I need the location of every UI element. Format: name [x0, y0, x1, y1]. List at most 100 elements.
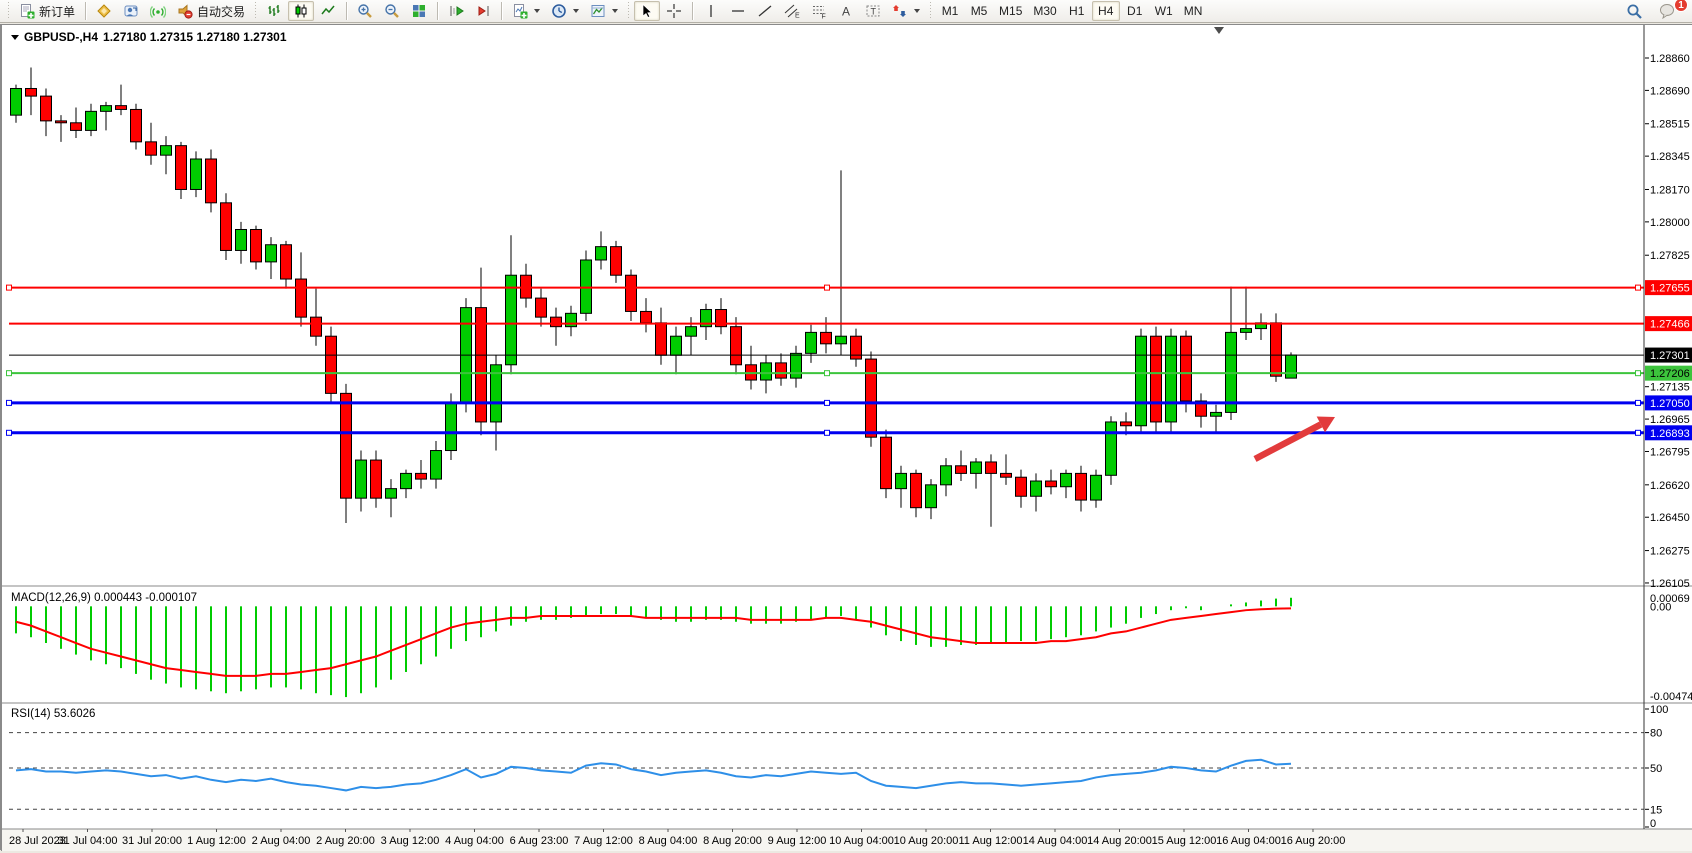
- metaeditor-button[interactable]: [91, 1, 117, 21]
- line-handle[interactable]: [825, 285, 830, 290]
- macd-values: 0.000443 -0.000107: [94, 592, 197, 604]
- new-order-button[interactable]: 新订单: [14, 1, 80, 21]
- svg-text:A: A: [842, 5, 850, 19]
- autotrading-button[interactable]: 自动交易: [172, 1, 250, 21]
- line-handle[interactable]: [1636, 400, 1641, 405]
- candlestick: [1016, 477, 1027, 496]
- cursor-button[interactable]: [634, 1, 660, 21]
- candlestick: [1151, 336, 1162, 422]
- macd-name: MACD(12,26,9): [11, 592, 91, 604]
- timeframe-m15-button[interactable]: M15: [994, 1, 1027, 21]
- bar-chart-button[interactable]: [261, 1, 287, 21]
- symbol-dropdown-icon[interactable]: [11, 35, 19, 40]
- macd-axis-zero: 0.00: [1650, 601, 1671, 613]
- candlestick: [986, 462, 997, 473]
- fibonacci-button[interactable]: F: [806, 1, 832, 21]
- candlestick: [431, 451, 442, 480]
- periods-button[interactable]: [546, 1, 584, 21]
- crosshair-button[interactable]: [661, 1, 687, 21]
- strategy-tester-icon: [123, 3, 139, 19]
- zoom-in-button[interactable]: [352, 1, 378, 21]
- candlestick: [206, 159, 217, 203]
- text-button[interactable]: A: [833, 1, 859, 21]
- arrows-icon: [892, 3, 908, 19]
- candlestick: [116, 106, 127, 110]
- tile-windows-button[interactable]: [406, 1, 432, 21]
- price-tick-label: 1.28690: [1650, 85, 1690, 97]
- line-handle[interactable]: [7, 400, 12, 405]
- text-icon: A: [838, 3, 854, 19]
- date-label: 16 Aug 20:00: [1281, 835, 1346, 847]
- date-label: 8 Aug 20:00: [703, 835, 762, 847]
- timeframe-m1-button[interactable]: M1: [936, 1, 964, 21]
- new-order-icon: [19, 3, 35, 19]
- line-handle[interactable]: [825, 371, 830, 376]
- arrows-button[interactable]: [887, 1, 925, 21]
- notification-badge: 1: [1674, 0, 1688, 12]
- equidistant-channel-button[interactable]: E: [779, 1, 805, 21]
- candlestick: [821, 332, 832, 343]
- text-label-icon: T: [865, 3, 881, 19]
- line-handle[interactable]: [1636, 371, 1641, 376]
- trendline-button[interactable]: [752, 1, 778, 21]
- candlestick: [1136, 336, 1147, 426]
- line-handle[interactable]: [1636, 430, 1641, 435]
- candlestick: [941, 466, 952, 485]
- line-handle[interactable]: [825, 430, 830, 435]
- signals-button[interactable]: [145, 1, 171, 21]
- date-label: 1 Aug 12:00: [187, 835, 246, 847]
- rsi-tick-label: 0: [1650, 818, 1656, 830]
- timeframe-m5-button[interactable]: M5: [965, 1, 993, 21]
- candlestick: [341, 393, 352, 498]
- line-handle[interactable]: [825, 400, 830, 405]
- indicators-button[interactable]: [507, 1, 545, 21]
- candlestick: [626, 275, 637, 311]
- signals-icon: [150, 3, 166, 19]
- timeframe-h4-button[interactable]: H4: [1092, 1, 1120, 21]
- timeframe-m30-button[interactable]: M30: [1028, 1, 1061, 21]
- chat-button[interactable]: 1: [1654, 1, 1682, 21]
- macd-indicator-label: MACD(12,26,9) 0.000443 -0.000107: [11, 592, 197, 604]
- candlestick: [1121, 422, 1132, 426]
- indicators-dropdown-icon: [534, 9, 540, 13]
- chart-shift-marker[interactable]: [1214, 27, 1224, 34]
- vertical-line-button[interactable]: [698, 1, 724, 21]
- price-line-badge-label: 1.26893: [1650, 428, 1690, 440]
- line-handle[interactable]: [1636, 285, 1641, 290]
- auto-scroll-button[interactable]: [443, 1, 469, 21]
- horizontal-line-button[interactable]: [725, 1, 751, 21]
- line-handle[interactable]: [7, 285, 12, 290]
- price-line-badge-label: 1.27050: [1650, 398, 1690, 410]
- periods-clock-icon: [551, 3, 567, 19]
- search-button[interactable]: [1621, 1, 1648, 21]
- candlestick: [296, 279, 307, 317]
- candlestick: [1046, 481, 1057, 487]
- templates-button[interactable]: [585, 1, 623, 21]
- templates-dropdown-icon: [612, 9, 618, 13]
- candlestick: [971, 462, 982, 473]
- candlestick: [131, 109, 142, 141]
- toolbar-separator: [346, 2, 347, 20]
- line-handle[interactable]: [7, 430, 12, 435]
- candlestick: [1001, 473, 1012, 477]
- date-label: 9 Aug 12:00: [768, 835, 827, 847]
- text-label-button[interactable]: T: [860, 1, 886, 21]
- candlestick: [551, 317, 562, 327]
- date-label: 10 Aug 04:00: [829, 835, 894, 847]
- toolbar-grip: [7, 2, 10, 20]
- zoom-in-icon: [357, 3, 373, 19]
- price-tick-label: 1.28515: [1650, 119, 1690, 131]
- timeframe-mn-button[interactable]: MN: [1179, 1, 1208, 21]
- line-handle[interactable]: [7, 371, 12, 376]
- timeframe-h1-button[interactable]: H1: [1063, 1, 1091, 21]
- svg-text:T: T: [871, 7, 877, 17]
- timeframe-w1-button[interactable]: W1: [1150, 1, 1178, 21]
- timeframe-d1-button[interactable]: D1: [1121, 1, 1149, 21]
- line-chart-button[interactable]: [315, 1, 341, 21]
- candlestick-chart-button[interactable]: [288, 1, 314, 21]
- zoom-out-button[interactable]: [379, 1, 405, 21]
- arrows-dropdown-icon: [914, 9, 920, 13]
- chart-shift-button[interactable]: [470, 1, 496, 21]
- autotrading-icon: [177, 3, 193, 19]
- strategy-tester-button[interactable]: [118, 1, 144, 21]
